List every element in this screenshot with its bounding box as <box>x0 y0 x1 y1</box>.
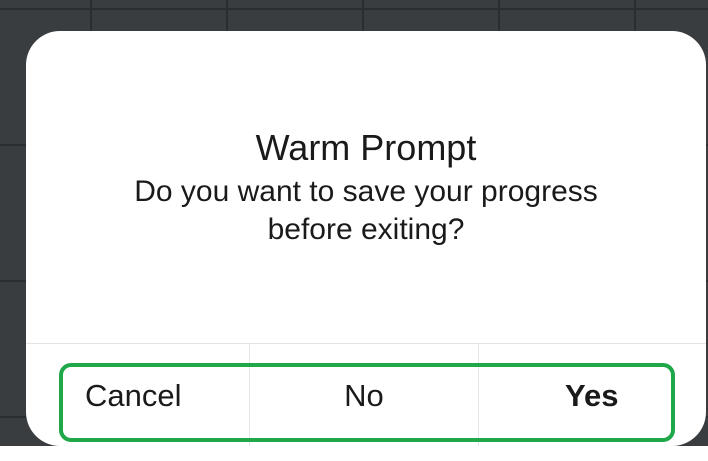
dialog-message-line-2: before exiting? <box>267 213 465 246</box>
dialog-title: Warm Prompt <box>255 127 477 168</box>
dialog-button-row: Cancel No Yes <box>26 343 706 446</box>
exit-prompt-dialog: Warm Prompt Do you want to save your pro… <box>26 31 706 446</box>
yes-button[interactable]: Yes <box>479 344 706 446</box>
bottom-edge <box>0 446 708 461</box>
dialog-message-line-1: Do you want to save your progress <box>134 175 598 208</box>
dialog-message: Do you want to save your progress before… <box>86 173 646 249</box>
cancel-button[interactable]: Cancel <box>26 344 250 446</box>
no-button[interactable]: No <box>250 344 479 446</box>
